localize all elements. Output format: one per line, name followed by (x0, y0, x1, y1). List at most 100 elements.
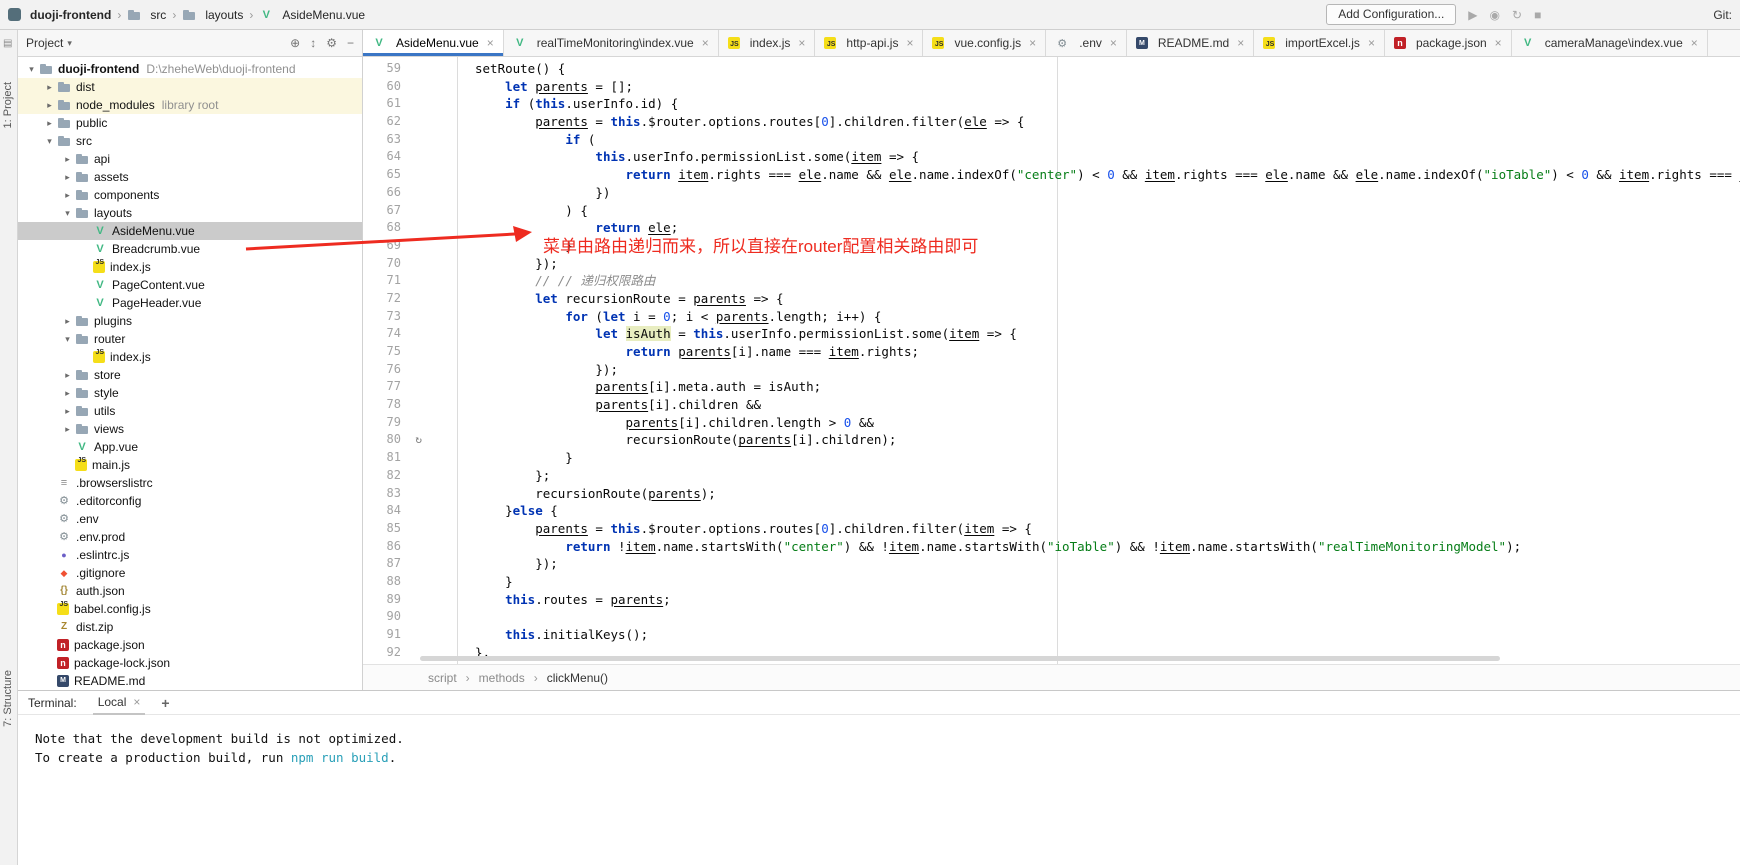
editor-tab[interactable]: MREADME.md× (1127, 30, 1254, 56)
editor-tab[interactable]: ⚙.env× (1046, 30, 1127, 56)
breadcrumb-item[interactable]: clickMenu() (547, 671, 608, 685)
recursive-call-icon[interactable]: ↻ (415, 431, 422, 449)
tree-item[interactable]: ▸api (18, 150, 362, 168)
chevron-right-icon[interactable]: ▸ (60, 312, 75, 330)
chevron-right-icon[interactable]: ▸ (60, 150, 75, 168)
terminal-tab-close-icon[interactable]: × (133, 695, 140, 709)
chevron-right-icon[interactable]: ▸ (60, 420, 75, 438)
horizontal-scrollbar[interactable] (420, 656, 1500, 661)
tab-close-icon[interactable]: × (1029, 36, 1036, 50)
chevron-down-icon[interactable]: ▾ (42, 132, 57, 150)
code-editor[interactable]: 59setRoute() {60 let parents = [];61 if … (363, 57, 1740, 664)
tab-close-icon[interactable]: × (487, 36, 494, 50)
chevron-right-icon[interactable]: ▸ (42, 78, 57, 96)
tree-item[interactable]: VBreadcrumb.vue (18, 240, 362, 258)
tab-close-icon[interactable]: × (1495, 36, 1502, 50)
editor-tab[interactable]: VcameraManage\index.vue× (1512, 30, 1708, 56)
tree-item[interactable]: ▸views (18, 420, 362, 438)
chevron-down-icon[interactable]: ▾ (60, 204, 75, 222)
tree-item[interactable]: VAsideMenu.vue (18, 222, 362, 240)
debug-icon[interactable]: ◉ (1490, 8, 1500, 22)
terminal-output[interactable]: Note that the development build is not o… (18, 715, 1740, 767)
tree-item[interactable]: ◆.gitignore (18, 564, 362, 582)
rerun-icon[interactable]: ↻ (1512, 8, 1522, 22)
editor-tab[interactable]: npackage.json× (1385, 30, 1512, 56)
terminal-tab-local[interactable]: Local × (93, 691, 146, 715)
tree-item[interactable]: ▾src (18, 132, 362, 150)
tool-window-button-structure[interactable]: 7: Structure (2, 670, 14, 727)
tree-item[interactable]: VPageHeader.vue (18, 294, 362, 312)
hide-panel-icon[interactable]: − (347, 36, 354, 50)
chevron-right-icon[interactable]: ▸ (60, 186, 75, 204)
editor-tab[interactable]: JShttp-api.js× (815, 30, 923, 56)
tree-item[interactable]: ▸dist (18, 78, 362, 96)
editor-tab[interactable]: JSindex.js× (719, 30, 816, 56)
editor-tab[interactable]: JSvue.config.js× (923, 30, 1046, 56)
tree-item[interactable]: {}auth.json (18, 582, 362, 600)
breadcrumb-item[interactable]: VAsideMenu.vue (259, 8, 365, 22)
tree-item[interactable]: npackage.json (18, 636, 362, 654)
chevron-down-icon[interactable]: ▾ (60, 330, 75, 348)
tree-item[interactable]: ▸assets (18, 168, 362, 186)
chevron-right-icon[interactable]: ▸ (60, 366, 75, 384)
tool-window-icon[interactable]: ▤ (3, 38, 12, 49)
new-terminal-button[interactable]: + (161, 695, 169, 711)
tree-item[interactable]: ●.eslintrc.js (18, 546, 362, 564)
tab-close-icon[interactable]: × (1691, 36, 1698, 50)
chevron-right-icon[interactable]: ▸ (60, 384, 75, 402)
chevron-down-icon[interactable]: ▾ (24, 60, 39, 78)
stop-icon[interactable]: ■ (1534, 8, 1541, 22)
project-view-selector[interactable]: Project ▾ (26, 36, 72, 50)
tree-item[interactable]: ▸public (18, 114, 362, 132)
tree-item[interactable]: ▸node_moduleslibrary root (18, 96, 362, 114)
editor-tab[interactable]: JSimportExcel.js× (1254, 30, 1385, 56)
tree-item[interactable]: JSindex.js (18, 348, 362, 366)
tree-item[interactable]: MREADME.md (18, 672, 362, 690)
tab-close-icon[interactable]: × (702, 36, 709, 50)
tree-item[interactable]: ▸utils (18, 402, 362, 420)
breadcrumb-item[interactable]: src (127, 8, 166, 22)
breadcrumb-item[interactable]: methods (479, 671, 525, 685)
tree-item[interactable]: npackage-lock.json (18, 654, 362, 672)
tree-item[interactable]: ⚙.editorconfig (18, 492, 362, 510)
tree-item[interactable]: Zdist.zip (18, 618, 362, 636)
tab-close-icon[interactable]: × (1237, 36, 1244, 50)
tree-item[interactable]: ▸store (18, 366, 362, 384)
run-icon[interactable]: ▶ (1468, 8, 1477, 22)
editor-tab[interactable]: VrealTimeMonitoring\index.vue× (504, 30, 719, 56)
tree-item[interactable]: ⚙.env.prod (18, 528, 362, 546)
tree-item[interactable]: ▾duoji-frontendD:\zheheWeb\duoji-fronten… (18, 60, 362, 78)
tree-item[interactable]: ▾layouts (18, 204, 362, 222)
breadcrumb-item[interactable]: script (428, 671, 457, 685)
tree-item[interactable]: VApp.vue (18, 438, 362, 456)
eslint-icon: ● (57, 548, 71, 562)
chevron-right-icon[interactable]: ▸ (42, 96, 57, 114)
chevron-right-icon[interactable]: ▸ (60, 168, 75, 186)
settings-gear-icon[interactable]: ⚙ (326, 36, 337, 50)
editor-tab[interactable]: VAsideMenu.vue× (363, 30, 504, 56)
chevron-right-icon[interactable]: ▸ (60, 402, 75, 420)
tab-close-icon[interactable]: × (1368, 36, 1375, 50)
scroll-to-source-icon[interactable]: ⊕ (290, 36, 300, 50)
tab-close-icon[interactable]: × (906, 36, 913, 50)
tree-item[interactable]: ▸style (18, 384, 362, 402)
tree-item[interactable]: ≡.browserslistrc (18, 474, 362, 492)
tab-close-icon[interactable]: × (798, 36, 805, 50)
tree-item[interactable]: ▸components (18, 186, 362, 204)
git-widget[interactable]: Git: (1713, 8, 1732, 22)
tree-item-label: App.vue (94, 438, 138, 456)
breadcrumb-item[interactable]: duoji-frontend (8, 8, 111, 22)
chevron-right-icon[interactable]: ▸ (42, 114, 57, 132)
expand-collapse-icon[interactable]: ↕ (310, 36, 316, 50)
breadcrumb-item[interactable]: layouts (182, 8, 243, 22)
tree-item[interactable]: JSmain.js (18, 456, 362, 474)
tree-item[interactable]: JSbabel.config.js (18, 600, 362, 618)
tree-item[interactable]: ▾router (18, 330, 362, 348)
tree-item[interactable]: JSindex.js (18, 258, 362, 276)
add-configuration-button[interactable]: Add Configuration... (1326, 4, 1456, 25)
tool-window-button-project[interactable]: 1: Project (2, 82, 14, 128)
tree-item[interactable]: VPageContent.vue (18, 276, 362, 294)
tree-item[interactable]: ▸plugins (18, 312, 362, 330)
tab-close-icon[interactable]: × (1110, 36, 1117, 50)
tree-item[interactable]: ⚙.env (18, 510, 362, 528)
